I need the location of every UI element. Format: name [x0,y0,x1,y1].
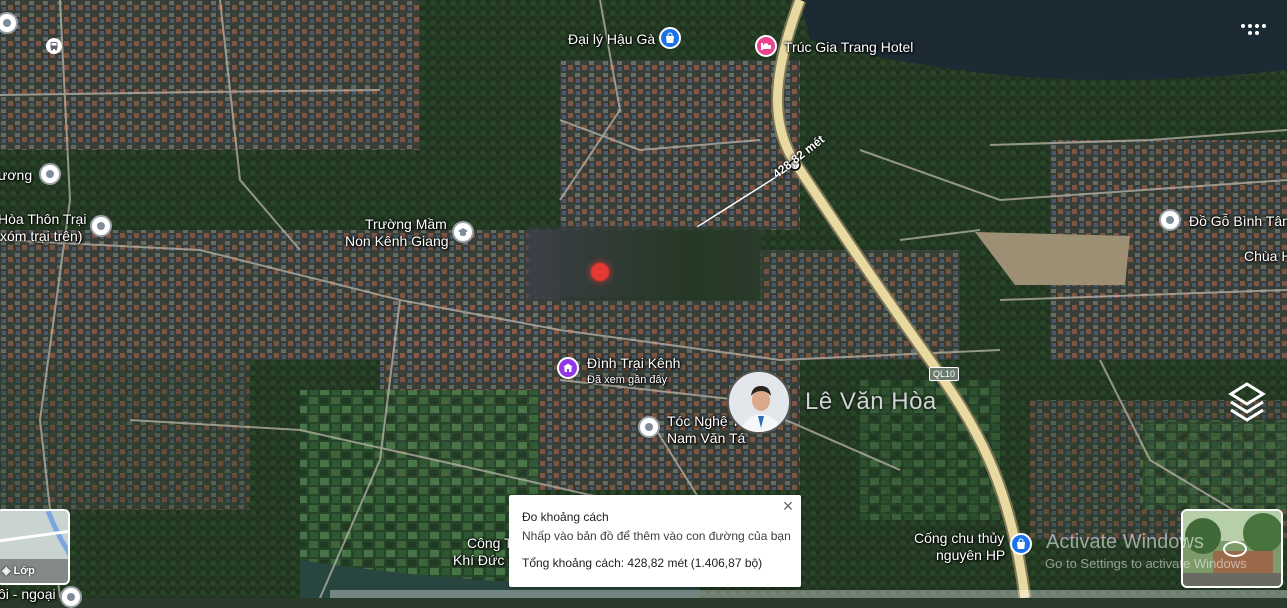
place-label[interactable]: Cống chu thủy [914,530,1004,547]
overlay-name: Lê Văn Hòa [805,388,937,415]
school-icon[interactable] [452,221,474,243]
popup-hint: Nhấp vào bản đồ để thêm vào con đường củ… [522,529,791,543]
place-label[interactable]: Trường Mầm [365,216,447,233]
apps-grid-icon[interactable] [1240,18,1266,40]
place-label[interactable]: Công T [467,535,513,552]
place-pin[interactable] [39,163,61,185]
measure-distance-popup: Đo khoảng cách Nhấp vào bản đồ để thêm v… [509,495,801,587]
avatar [727,370,791,434]
place-icon [67,593,75,601]
bus-stop-icon[interactable] [46,38,62,54]
place-label[interactable]: Hòa Thôn Trại [0,211,86,228]
place-label[interactable]: Chùa H [1244,248,1287,265]
shopping-bag-icon[interactable] [1010,533,1032,555]
activation-watermark-title: Activate Windows [1046,531,1204,553]
route-shield-ql10: QL10 [929,367,960,381]
place-icon [1166,216,1174,224]
place-label[interactable]: Tóc Nghệ T [667,413,740,430]
shopping-bag-icon[interactable] [659,27,681,49]
place-icon [645,423,653,431]
place-label[interactable]: Nam Văn Tá [667,430,745,447]
place-label[interactable]: ôi - ngoại [0,586,56,603]
place-label[interactable]: Đình Trại Kênh [587,355,680,372]
blurred-region [527,228,762,300]
popup-title: Đo khoảng cách [522,510,609,524]
recently-viewed-label: Đã xem gần đây [587,374,668,386]
popup-total-distance: Tổng khoảng cách: 428,82 mét (1.406,87 b… [522,556,763,570]
temple-icon[interactable] [557,357,579,379]
rotate-360-icon [1223,541,1247,557]
hotel-bed-icon[interactable] [755,35,777,57]
place-label[interactable]: Đại lý Hậu Gà [568,31,655,48]
place-label[interactable]: nguyên HP [936,547,1005,564]
layers-3d-icon[interactable] [1225,380,1269,424]
place-label[interactable]: xóm trại trên) [0,228,82,245]
place-icon [46,170,54,178]
place-label[interactable]: Trúc Gia Trang Hotel [784,39,913,56]
layers-label: ◈ Lớp [2,565,35,577]
place-pin[interactable] [638,416,660,438]
measure-start-point[interactable] [591,263,609,281]
close-icon[interactable]: × [778,496,798,516]
place-label[interactable]: Non Kênh Giang [345,233,449,250]
place-label[interactable]: ương [0,167,32,184]
place-pin[interactable] [1159,209,1181,231]
activation-watermark-sub: Go to Settings to activate Windows [1045,556,1247,571]
layers-stack-icon: ◈ [2,565,11,577]
place-icon [97,222,105,230]
map-footer-bar [330,590,1287,598]
place-label[interactable]: Đồ Gỗ Bình Tâm [1189,213,1287,230]
place-pin[interactable] [90,215,112,237]
place-pin[interactable] [60,586,82,608]
layers-button[interactable]: ◈ Lớp [0,509,70,585]
place-icon [3,19,11,27]
